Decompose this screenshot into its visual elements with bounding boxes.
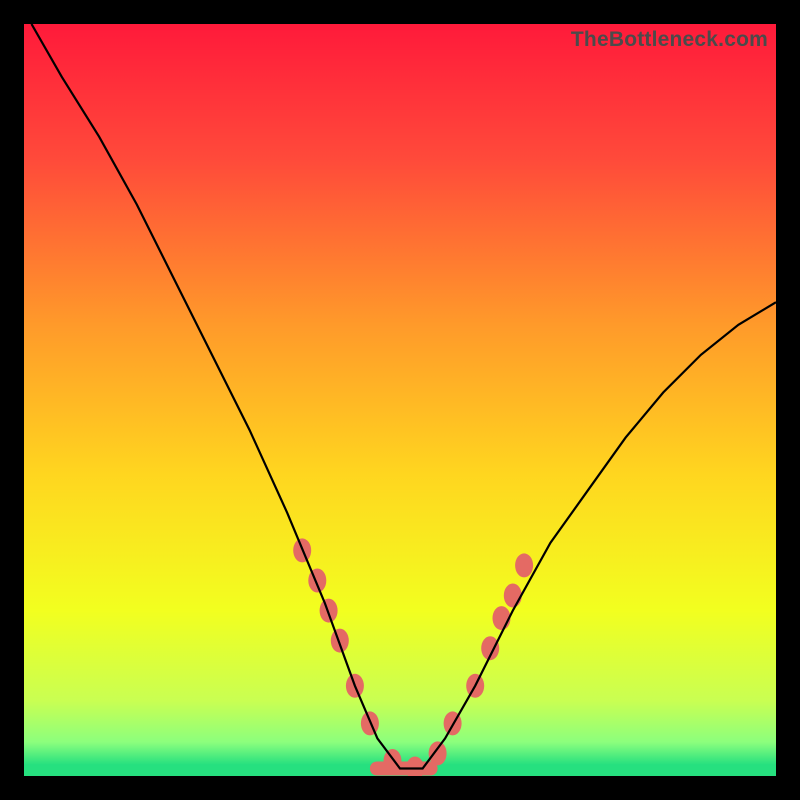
marker-dot	[515, 553, 533, 577]
chart-frame: TheBottleneck.com	[24, 24, 776, 776]
bottleneck-curve	[32, 24, 777, 769]
marker-dot	[331, 629, 349, 653]
chart-svg	[24, 24, 776, 776]
marker-dot	[504, 584, 522, 608]
watermark-text: TheBottleneck.com	[571, 28, 768, 52]
marker-group	[293, 538, 533, 776]
marker-dot	[493, 606, 511, 630]
marker-dot	[406, 757, 424, 777]
marker-dot	[429, 741, 447, 765]
marker-dot	[384, 749, 402, 773]
